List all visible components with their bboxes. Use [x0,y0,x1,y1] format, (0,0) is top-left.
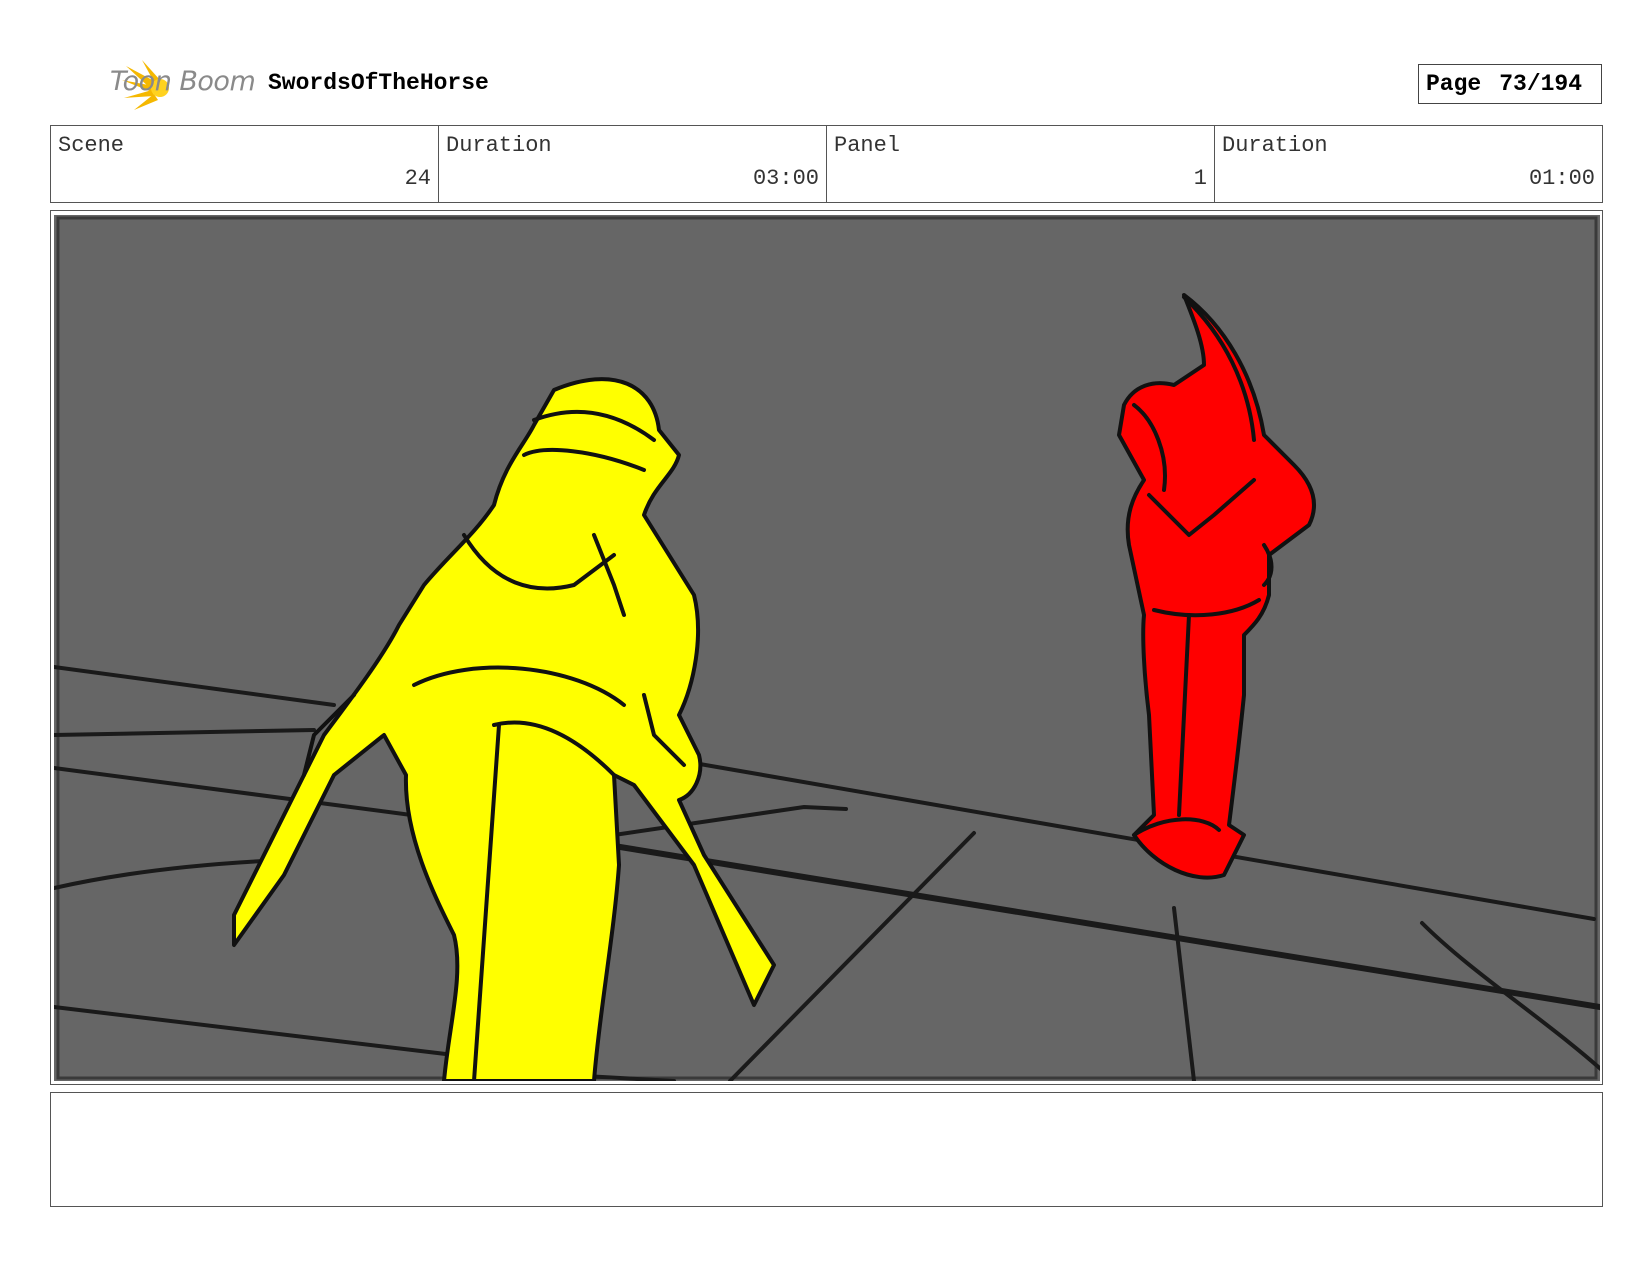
panel-label: Panel [834,133,901,158]
panel-info-row: Scene 24 Duration 03:00 Panel 1 Duration… [50,125,1603,203]
project-title: SwordsOfTheHorse [268,70,489,96]
panel-duration-cell: Duration 01:00 [1215,126,1602,202]
panel-background [54,215,1600,1081]
page-number: 73/194 [1499,71,1583,97]
scene-label: Scene [58,133,125,158]
panel-caption-box [50,1092,1603,1207]
panel-cell: Panel 1 [827,126,1215,202]
panel-value: 1 [1193,166,1207,191]
scene-duration-value: 03:00 [752,166,819,191]
scene-cell: Scene 24 [51,126,439,202]
logo-text: Toon Boom [110,66,256,97]
scene-duration-cell: Duration 03:00 [439,126,827,202]
scene-duration-label: Duration [446,133,552,158]
page-indicator: Page 73/194 [1418,64,1602,104]
panel-duration-label: Duration [1222,133,1328,158]
scene-value: 24 [404,166,431,191]
storyboard-panel-drawing [54,215,1600,1081]
page-label: Page [1426,71,1482,97]
panel-duration-value: 01:00 [1528,166,1595,191]
